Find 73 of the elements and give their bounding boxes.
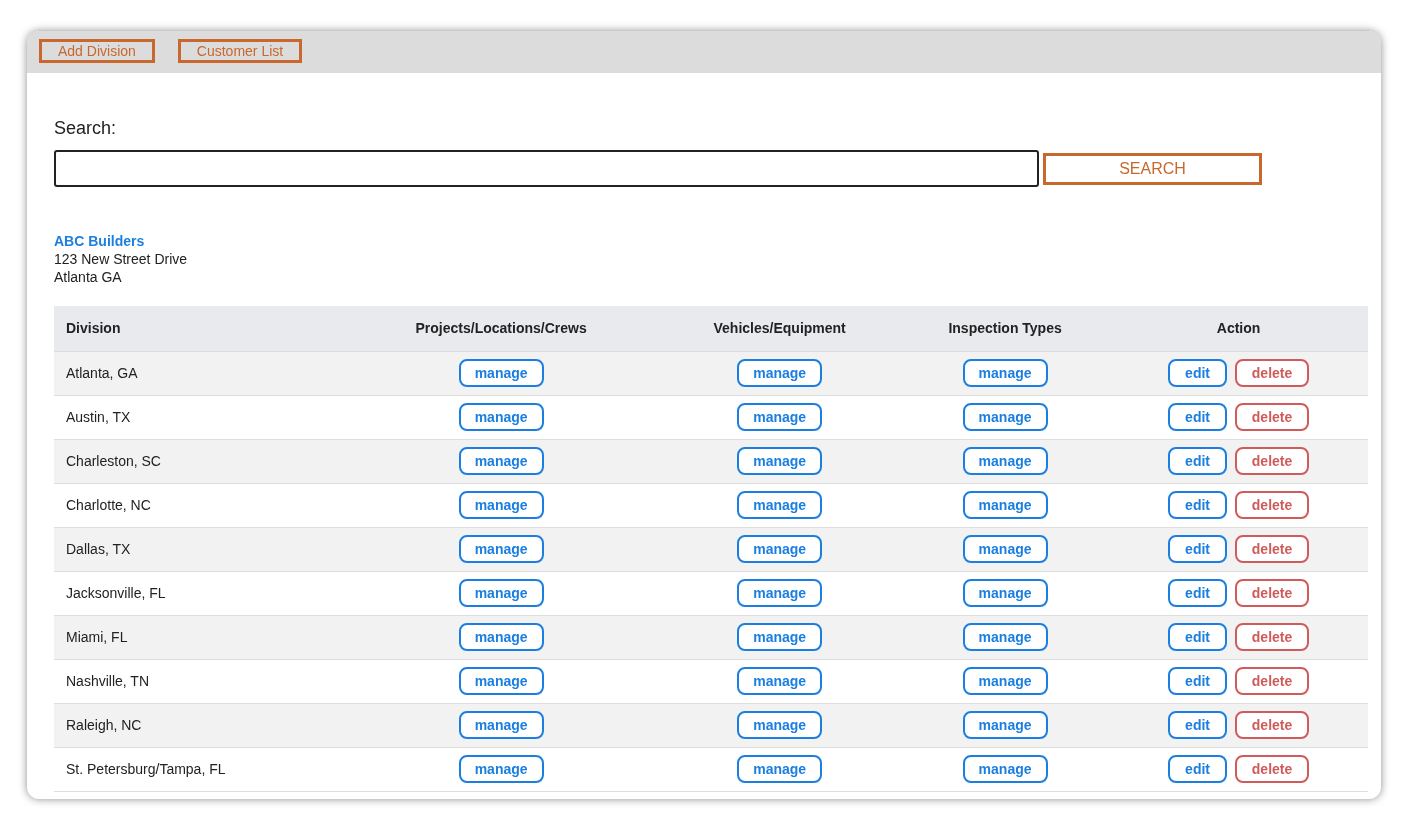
division-name: Miami, FL — [66, 628, 128, 645]
column-header: Action — [1216, 319, 1261, 336]
manage-button[interactable]: manage — [962, 755, 1048, 783]
division-name: Charlotte, NC — [66, 496, 151, 513]
edit-button[interactable]: edit — [1168, 711, 1228, 739]
division-name: Jacksonville, FL — [66, 584, 166, 601]
delete-button[interactable]: delete — [1235, 491, 1310, 519]
manage-button[interactable]: manage — [737, 491, 823, 519]
toolbar-button[interactable]: Customer List — [177, 39, 303, 63]
delete-button[interactable]: delete — [1235, 579, 1310, 607]
manage-button[interactable]: manage — [962, 491, 1048, 519]
manage-button[interactable]: manage — [737, 359, 823, 387]
delete-button[interactable]: delete — [1235, 535, 1310, 563]
column-header: Projects/Locations/Crews — [415, 319, 587, 336]
manage-button[interactable]: manage — [737, 711, 823, 739]
manage-button[interactable]: manage — [737, 623, 823, 651]
address-text: Atlanta GA — [54, 268, 123, 286]
delete-button[interactable]: delete — [1235, 667, 1310, 695]
column-header: Division — [66, 319, 121, 336]
manage-button[interactable]: manage — [458, 535, 544, 563]
manage-button[interactable]: manage — [962, 403, 1048, 431]
manage-button[interactable]: manage — [962, 711, 1048, 739]
toolbar-button[interactable]: Add Division — [39, 39, 155, 63]
manage-button[interactable]: manage — [737, 667, 823, 695]
edit-button[interactable]: edit — [1168, 447, 1228, 475]
manage-button[interactable]: manage — [458, 623, 544, 651]
manage-button[interactable]: manage — [962, 447, 1048, 475]
delete-button[interactable]: delete — [1235, 403, 1310, 431]
customer-name-link[interactable]: ABC Builders — [54, 232, 1354, 250]
edit-button[interactable]: edit — [1168, 579, 1228, 607]
column-header: Vehicles/Equipment — [713, 319, 846, 336]
manage-button[interactable]: manage — [458, 359, 544, 387]
delete-button[interactable]: delete — [1235, 711, 1310, 739]
edit-button[interactable]: edit — [1168, 755, 1228, 783]
division-name: Charleston, SC — [66, 452, 161, 469]
address-text: 123 New Street Drive — [54, 250, 189, 268]
edit-button[interactable]: edit — [1168, 491, 1228, 519]
edit-button[interactable]: edit — [1168, 359, 1228, 387]
manage-button[interactable]: manage — [962, 623, 1048, 651]
manage-button[interactable]: manage — [737, 447, 823, 475]
division-name: St. Petersburg/Tampa, FL — [66, 760, 226, 777]
manage-button[interactable]: manage — [458, 447, 544, 475]
column-header: Inspection Types — [948, 319, 1062, 336]
manage-button[interactable]: manage — [458, 711, 544, 739]
manage-button[interactable]: manage — [737, 535, 823, 563]
delete-button[interactable]: delete — [1235, 755, 1310, 783]
manage-button[interactable]: manage — [962, 579, 1048, 607]
division-name: Austin, TX — [66, 408, 131, 425]
manage-button[interactable]: manage — [458, 755, 544, 783]
search-button[interactable]: SEARCH — [1043, 152, 1262, 185]
delete-button[interactable]: delete — [1235, 447, 1310, 475]
manage-button[interactable]: manage — [962, 535, 1048, 563]
delete-button[interactable]: delete — [1235, 623, 1310, 651]
manage-button[interactable]: manage — [458, 667, 544, 695]
manage-button[interactable]: manage — [458, 491, 544, 519]
search-field[interactable] — [54, 150, 1039, 187]
delete-button[interactable]: delete — [1235, 359, 1310, 387]
division-name: Dallas, TX — [66, 540, 131, 557]
division-name: Raleigh, NC — [66, 716, 142, 733]
edit-button[interactable]: edit — [1168, 535, 1228, 563]
search-label: Search: — [54, 117, 118, 140]
edit-button[interactable]: edit — [1168, 403, 1228, 431]
manage-button[interactable]: manage — [962, 359, 1048, 387]
division-name: Nashville, TN — [66, 672, 149, 689]
division-name: Atlanta, GA — [66, 364, 138, 381]
manage-button[interactable]: manage — [962, 667, 1048, 695]
edit-button[interactable]: edit — [1168, 623, 1228, 651]
manage-button[interactable]: manage — [458, 579, 544, 607]
manage-button[interactable]: manage — [737, 755, 823, 783]
manage-button[interactable]: manage — [458, 403, 544, 431]
manage-button[interactable]: manage — [737, 579, 823, 607]
manage-button[interactable]: manage — [737, 403, 823, 431]
edit-button[interactable]: edit — [1168, 667, 1228, 695]
